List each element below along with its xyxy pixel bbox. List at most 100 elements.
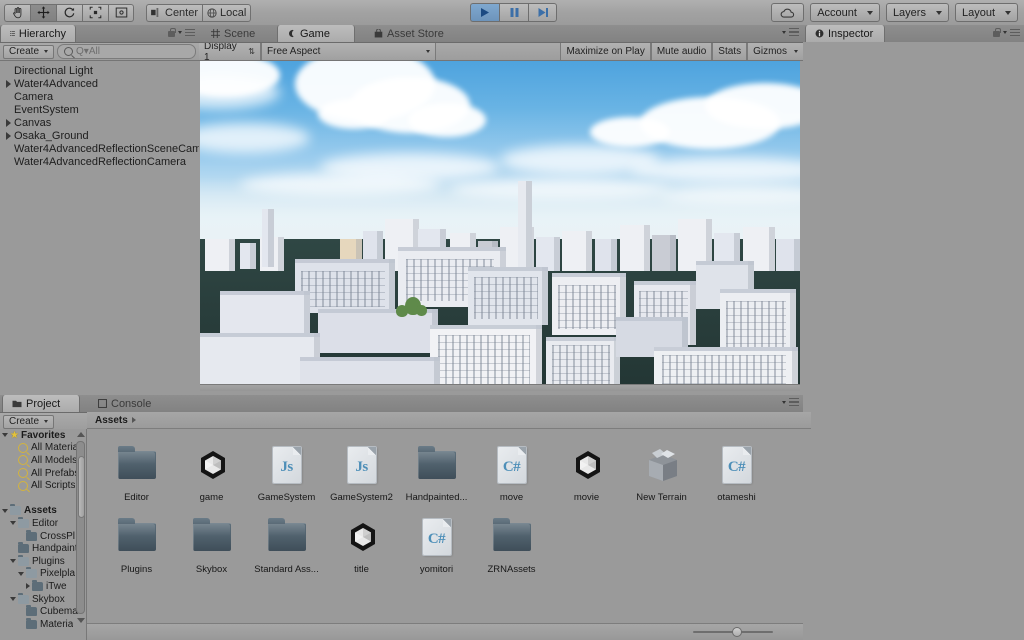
chevron-down-icon[interactable] <box>782 30 786 34</box>
chevron-down-icon[interactable] <box>2 508 8 513</box>
project-tree-item[interactable]: Skybox <box>0 592 86 606</box>
project-tree-item[interactable]: ★ Favorites <box>0 429 86 442</box>
play-button[interactable] <box>470 3 499 22</box>
cloud-button[interactable] <box>771 3 805 22</box>
expand-arrow-icon[interactable] <box>6 131 11 140</box>
layout-dropdown[interactable]: Layout <box>954 3 1018 22</box>
chevron-down-icon[interactable] <box>1003 31 1007 34</box>
hierarchy-item[interactable]: EventSystem <box>0 103 199 116</box>
asset-item[interactable]: Skybox <box>174 513 249 575</box>
expand-arrow-icon[interactable] <box>6 118 11 127</box>
hand-tool-button[interactable] <box>4 3 30 22</box>
asset-item[interactable]: C# yomitori <box>399 513 474 575</box>
chevron-right-icon[interactable] <box>26 583 30 590</box>
project-tree-item[interactable]: iTwe <box>0 579 86 593</box>
asset-item[interactable]: game <box>174 441 249 503</box>
asset-item[interactable]: Plugins <box>99 513 174 575</box>
asset-item[interactable]: C# move <box>474 441 549 503</box>
asset-item[interactable]: ZRNAssets <box>474 513 549 575</box>
chevron-down-icon[interactable] <box>2 433 8 438</box>
scrollbar-track[interactable] <box>76 441 85 614</box>
tab-scene[interactable]: Scene <box>201 25 267 42</box>
scrollbar-thumb[interactable] <box>78 456 85 518</box>
project-tree-item[interactable]: Cubema <box>0 605 86 618</box>
aspect-dropdown[interactable]: Free Aspect <box>261 43 436 60</box>
project-create-button[interactable]: Create <box>3 414 55 429</box>
hierarchy-item[interactable]: Water4AdvancedReflectionSceneCamera <box>0 142 217 155</box>
hierarchy-item[interactable]: Canvas <box>0 116 199 129</box>
panel-menu-icon[interactable] <box>789 28 799 36</box>
pause-button[interactable] <box>499 3 528 22</box>
asset-item[interactable]: Handpainted... <box>399 441 474 503</box>
breadcrumb-assets-label[interactable]: Assets <box>95 415 128 426</box>
unity-editor-window: Center Local Account Layers Layout Hiera… <box>0 0 1024 640</box>
display-dropdown[interactable]: Display 1 ⇅ <box>199 41 261 63</box>
chevron-down-icon[interactable] <box>18 571 24 576</box>
account-dropdown[interactable]: Account <box>810 3 880 22</box>
space-mode-button[interactable]: Local <box>202 3 252 22</box>
layers-dropdown[interactable]: Layers <box>885 3 949 22</box>
chevron-down-icon[interactable] <box>178 31 182 34</box>
gizmos-dropdown[interactable]: Gizmos <box>747 43 803 60</box>
tab-asset-store[interactable]: Asset Store <box>364 25 454 42</box>
asset-item[interactable]: movie <box>549 441 624 503</box>
asset-item[interactable]: Standard Ass... <box>249 513 324 575</box>
tab-game[interactable]: Game <box>277 25 355 42</box>
rotate-tool-button[interactable] <box>56 3 82 22</box>
chevron-down-icon[interactable] <box>10 559 16 564</box>
hierarchy-item[interactable]: Directional Light <box>0 64 199 77</box>
asset-item[interactable]: Js GameSystem <box>249 441 324 503</box>
asset-item[interactable]: title <box>324 513 399 575</box>
project-tree-item[interactable]: Pixelpla <box>0 567 86 581</box>
asset-item[interactable]: New Terrain <box>624 441 699 503</box>
pivot-mode-button[interactable]: Center <box>146 3 203 22</box>
scroll-up-icon[interactable] <box>77 432 85 437</box>
lock-icon[interactable] <box>168 28 176 37</box>
hierarchy-item[interactable]: Camera <box>0 90 199 103</box>
project-folder-tree[interactable]: ★ Favorites All Materia All Models All Prefa… <box>0 429 87 640</box>
project-tree-item[interactable]: Handpaint <box>0 542 86 555</box>
panel-menu-icon[interactable] <box>789 398 799 406</box>
hierarchy-item[interactable]: Osaka_Ground <box>0 129 199 142</box>
tab-project[interactable]: Project <box>2 395 80 412</box>
mute-audio-toggle[interactable]: Mute audio <box>650 43 713 60</box>
slider-thumb[interactable] <box>731 627 742 637</box>
lock-icon[interactable] <box>993 28 1001 37</box>
icon-zoom-slider[interactable] <box>693 627 773 637</box>
project-tree-item[interactable]: All Scripts <box>0 479 86 492</box>
game-render-canvas[interactable] <box>200 61 800 391</box>
tab-hierarchy[interactable]: Hierarchy <box>0 25 76 42</box>
stats-toggle[interactable]: Stats <box>712 43 748 60</box>
scale-tool-button[interactable] <box>82 3 108 22</box>
asset-item[interactable]: Editor <box>99 441 174 503</box>
project-tree-item[interactable]: All Models <box>0 454 86 467</box>
asset-item[interactable]: Js GameSystem2 <box>324 441 399 503</box>
asset-item[interactable]: C# otameshi <box>699 441 774 503</box>
hierarchy-item[interactable]: Water4AdvancedReflectionCamera <box>0 155 199 168</box>
project-tree-scrollbar[interactable] <box>76 431 85 624</box>
step-button[interactable] <box>528 3 557 22</box>
project-asset-grid[interactable]: Assets Editor game Js GameSystem Js GameSyst… <box>87 412 811 640</box>
project-tree-item[interactable]: All Prefabs <box>0 467 86 480</box>
panel-menu-icon[interactable] <box>1010 28 1020 37</box>
tab-console[interactable]: Console <box>88 395 164 412</box>
tab-inspector[interactable]: Inspector <box>805 25 885 42</box>
chevron-down-icon[interactable] <box>782 400 786 404</box>
scroll-down-icon[interactable] <box>77 618 85 623</box>
hierarchy-search-input[interactable]: Q▾All <box>57 44 196 59</box>
move-tool-button[interactable] <box>30 3 56 22</box>
project-tree-item[interactable]: Plugins <box>0 554 86 568</box>
project-tree-item[interactable]: Editor <box>0 516 86 530</box>
project-tree-item[interactable]: Materia <box>0 617 86 631</box>
expand-arrow-icon[interactable] <box>6 79 11 88</box>
hierarchy-item[interactable]: Water4Advanced <box>0 77 199 90</box>
hierarchy-create-button[interactable]: Create <box>3 44 55 59</box>
project-tree-item[interactable]: All Materia <box>0 442 86 455</box>
project-tree-item[interactable]: CrossPl <box>0 529 86 543</box>
maximize-on-play-toggle[interactable]: Maximize on Play <box>560 43 651 60</box>
panel-menu-icon[interactable] <box>185 28 195 37</box>
chevron-down-icon[interactable] <box>10 597 16 602</box>
chevron-down-icon[interactable] <box>10 521 16 526</box>
project-tree-item[interactable]: Assets <box>0 504 86 518</box>
rect-tool-button[interactable] <box>108 3 134 22</box>
